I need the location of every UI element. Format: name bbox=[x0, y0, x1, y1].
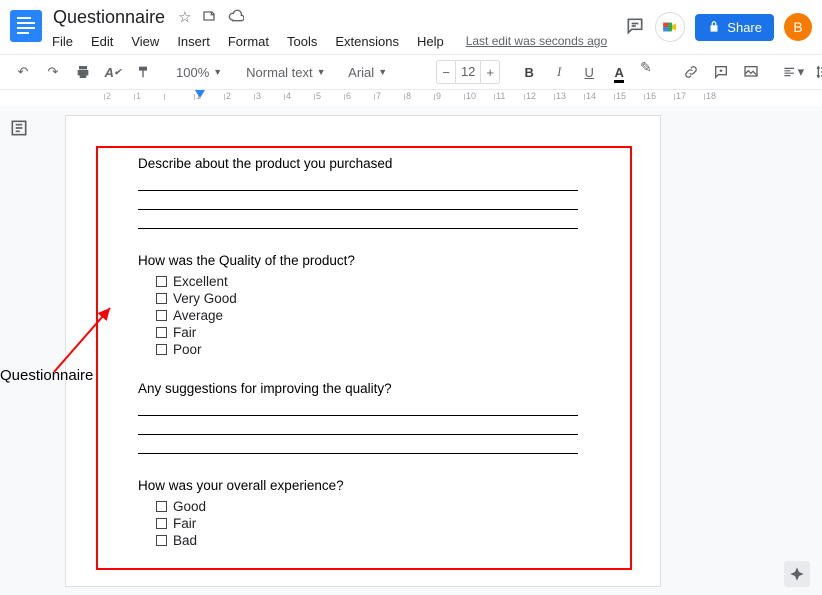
menu-help[interactable]: Help bbox=[415, 32, 446, 51]
menu-file[interactable]: File bbox=[50, 32, 75, 51]
toolbar: ↶ ↷ A✔ 100%▼ Normal text▼ Arial▼ − 12 + … bbox=[0, 54, 822, 90]
checkbox-option: Very Good bbox=[156, 291, 600, 306]
cloud-status-icon[interactable] bbox=[228, 8, 244, 27]
option-label: Bad bbox=[173, 533, 197, 548]
checkbox-option: Excellent bbox=[156, 274, 600, 289]
checkbox-icon bbox=[156, 276, 167, 287]
zoom-select[interactable]: 100%▼ bbox=[172, 59, 226, 85]
font-select[interactable]: Arial▼ bbox=[344, 59, 420, 85]
document-outline-icon[interactable] bbox=[9, 118, 29, 138]
share-button[interactable]: Share bbox=[695, 14, 774, 41]
menu-bar: File Edit View Insert Format Tools Exten… bbox=[50, 30, 625, 52]
star-icon[interactable]: ☆ bbox=[178, 10, 191, 25]
blank-line bbox=[138, 195, 578, 210]
insert-link-button[interactable] bbox=[678, 59, 704, 85]
bold-button[interactable]: B bbox=[516, 59, 542, 85]
option-label: Fair bbox=[173, 325, 196, 340]
document-page[interactable]: Describe about the product you purchased… bbox=[66, 116, 660, 586]
checkbox-option: Good bbox=[156, 499, 600, 514]
option-label: Good bbox=[173, 499, 206, 514]
checkbox-option: Bad bbox=[156, 533, 600, 548]
blank-line bbox=[138, 176, 578, 191]
page-scroll[interactable]: Describe about the product you purchased… bbox=[38, 106, 822, 595]
option-label: Average bbox=[173, 308, 223, 323]
highlight-color-button[interactable] bbox=[636, 59, 662, 85]
option-label: Fair bbox=[173, 516, 196, 531]
font-size-stepper[interactable]: − 12 + bbox=[436, 60, 500, 84]
ruler-indent-marker[interactable] bbox=[195, 90, 205, 98]
text-color-button[interactable]: A bbox=[606, 59, 632, 85]
line-spacing-button[interactable] bbox=[810, 59, 822, 85]
paint-format-button[interactable] bbox=[130, 59, 156, 85]
add-comment-button[interactable] bbox=[708, 59, 734, 85]
menu-extensions[interactable]: Extensions bbox=[333, 32, 401, 51]
google-docs-app: Questionnaire ☆ File Edit View Insert Fo… bbox=[0, 0, 822, 595]
menu-insert[interactable]: Insert bbox=[175, 32, 212, 51]
menu-edit[interactable]: Edit bbox=[89, 32, 115, 51]
checkbox-option: Poor bbox=[156, 342, 600, 357]
blank-line bbox=[138, 214, 578, 229]
blank-line bbox=[138, 439, 578, 454]
checkbox-icon bbox=[156, 344, 167, 355]
underline-button[interactable]: U bbox=[576, 59, 602, 85]
paragraph-style-select[interactable]: Normal text▼ bbox=[242, 59, 328, 85]
comments-icon[interactable] bbox=[625, 16, 645, 39]
question-2: How was the Quality of the product? bbox=[138, 249, 600, 270]
option-label: Excellent bbox=[173, 274, 228, 289]
question-4: How was your overall experience? bbox=[138, 474, 600, 495]
docs-logo-icon[interactable] bbox=[10, 10, 42, 42]
blank-line bbox=[138, 420, 578, 435]
print-button[interactable] bbox=[70, 59, 96, 85]
checkbox-icon bbox=[156, 501, 167, 512]
redo-button[interactable]: ↷ bbox=[40, 59, 66, 85]
option-label: Poor bbox=[173, 342, 202, 357]
meet-icon[interactable] bbox=[655, 12, 685, 42]
undo-button[interactable]: ↶ bbox=[10, 59, 36, 85]
insert-image-button[interactable] bbox=[738, 59, 764, 85]
checkbox-option: Fair bbox=[156, 516, 600, 531]
last-edit-status[interactable]: Last edit was seconds ago bbox=[466, 34, 607, 48]
move-icon[interactable] bbox=[202, 8, 218, 27]
checkbox-option: Average bbox=[156, 308, 600, 323]
annotation-label: Questionnaire bbox=[0, 367, 93, 384]
question-3: Any suggestions for improving the qualit… bbox=[138, 377, 600, 398]
question-1: Describe about the product you purchased bbox=[138, 152, 600, 173]
spellcheck-button[interactable]: A✔ bbox=[100, 59, 126, 85]
menu-view[interactable]: View bbox=[129, 32, 161, 51]
account-avatar[interactable]: B bbox=[784, 13, 812, 41]
checkbox-icon bbox=[156, 310, 167, 321]
checkbox-option: Fair bbox=[156, 325, 600, 340]
align-button[interactable]: ▾ bbox=[780, 59, 806, 85]
checkbox-icon bbox=[156, 518, 167, 529]
menu-tools[interactable]: Tools bbox=[285, 32, 319, 51]
checkbox-icon bbox=[156, 535, 167, 546]
horizontal-ruler[interactable]: 21123456789101112131415161718 bbox=[38, 90, 812, 107]
checkbox-icon bbox=[156, 293, 167, 304]
option-label: Very Good bbox=[173, 291, 237, 306]
explore-button[interactable] bbox=[784, 561, 810, 587]
title-bar: Questionnaire ☆ File Edit View Insert Fo… bbox=[0, 0, 822, 54]
menu-format[interactable]: Format bbox=[226, 32, 271, 51]
checkbox-icon bbox=[156, 327, 167, 338]
document-title[interactable]: Questionnaire bbox=[50, 6, 168, 29]
font-size-decrease[interactable]: − bbox=[437, 65, 455, 80]
font-size-increase[interactable]: + bbox=[481, 65, 499, 80]
blank-line bbox=[138, 401, 578, 416]
italic-button[interactable]: I bbox=[546, 59, 572, 85]
font-size-value[interactable]: 12 bbox=[455, 61, 481, 83]
workspace: Describe about the product you purchased… bbox=[0, 106, 822, 595]
